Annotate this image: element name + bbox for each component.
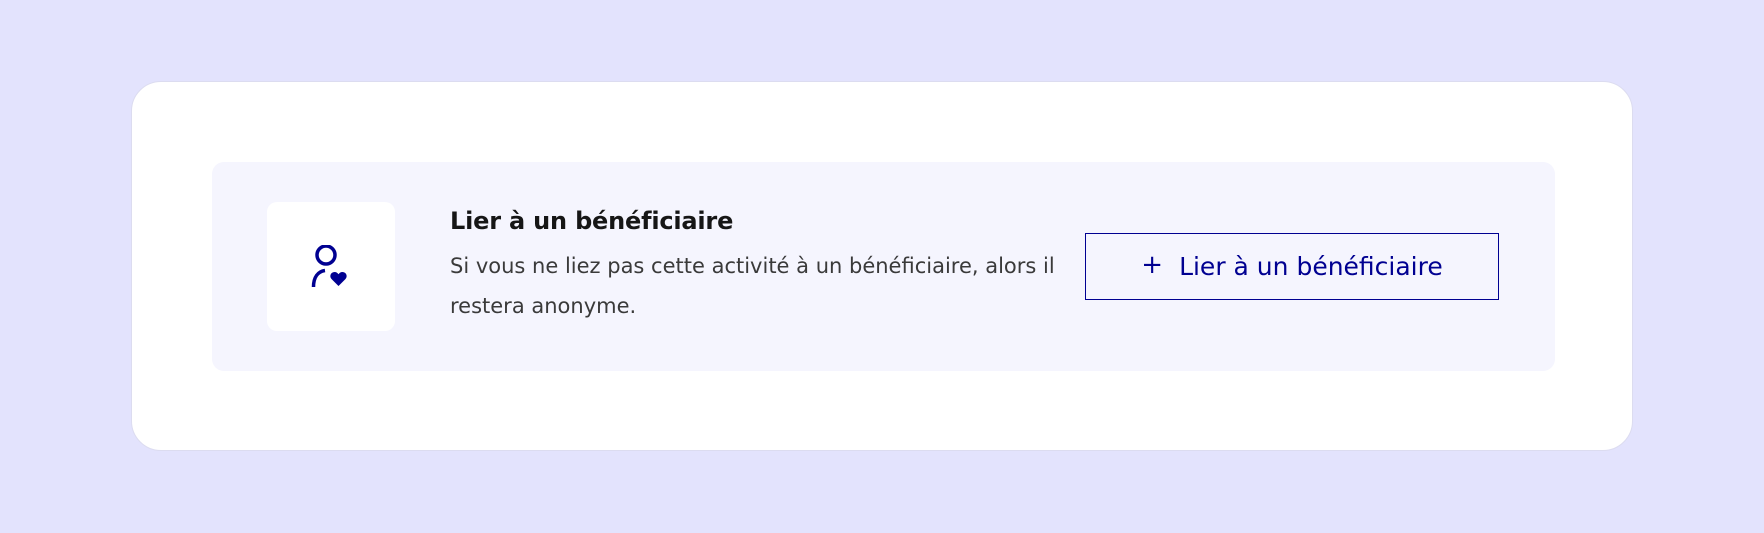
link-beneficiary-button[interactable]: + Lier à un bénéficiaire: [1085, 233, 1499, 300]
link-beneficiary-button-label: Lier à un bénéficiaire: [1179, 252, 1443, 281]
plus-icon: +: [1141, 249, 1164, 280]
section-description: Si vous ne liez pas cette activité à un …: [450, 254, 1055, 318]
beneficiary-text: Lier à un bénéficiaire Si vous ne liez p…: [450, 206, 1060, 326]
beneficiary-card: Lier à un bénéficiaire Si vous ne liez p…: [131, 81, 1633, 451]
icon-container: [267, 202, 395, 331]
beneficiary-panel: Lier à un bénéficiaire Si vous ne liez p…: [212, 162, 1555, 371]
user-heart-icon: [311, 244, 347, 287]
section-title: Lier à un bénéficiaire: [450, 207, 734, 235]
